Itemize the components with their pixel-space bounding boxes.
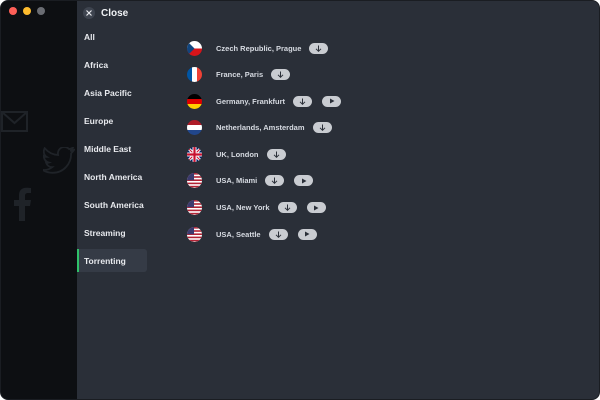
server-row[interactable]: USA, Miami	[187, 172, 341, 190]
category-label: Streaming	[84, 227, 126, 238]
play-icon[interactable]	[297, 228, 317, 240]
server-name: USA, New York	[216, 203, 270, 213]
play-icon[interactable]	[306, 202, 326, 214]
category-all[interactable]: All	[77, 25, 147, 48]
close-icon	[83, 7, 95, 19]
category-north-america[interactable]: North America	[77, 165, 147, 188]
server-name: USA, Miami	[216, 176, 258, 186]
download-icon[interactable]	[266, 148, 286, 160]
category-label: All	[84, 31, 95, 42]
category-label: Torrenting	[84, 255, 126, 266]
usa-flag-icon	[187, 226, 202, 242]
category-streaming[interactable]: Streaming	[77, 221, 147, 244]
category-label: Middle East	[84, 143, 132, 154]
usa-flag-icon	[187, 173, 202, 189]
category-label: Africa	[84, 59, 109, 70]
mail-icon	[1, 111, 29, 133]
traffic-lights	[9, 7, 45, 15]
server-name: Germany, Frankfurt	[216, 96, 286, 106]
play-icon[interactable]	[294, 175, 314, 187]
usa-flag-icon	[187, 200, 202, 216]
czech-flag-icon	[187, 40, 202, 56]
play-icon[interactable]	[322, 95, 342, 107]
close-label: Close	[101, 7, 129, 19]
download-icon[interactable]	[271, 69, 291, 81]
category-europe[interactable]: Europe	[77, 109, 147, 132]
server-list: Czech Republic, Prague France, Paris Ger…	[187, 39, 342, 252]
background-panel	[1, 1, 77, 399]
server-name: France, Paris	[216, 70, 264, 80]
netherlands-flag-icon	[187, 120, 202, 136]
facebook-icon	[11, 187, 33, 221]
download-icon[interactable]	[312, 122, 332, 134]
download-icon[interactable]	[265, 175, 285, 187]
download-icon[interactable]	[268, 228, 288, 240]
france-flag-icon	[187, 67, 202, 83]
app-window: Close All Africa Asia Pacific Europe Mid…	[0, 0, 600, 400]
category-asia-pacific[interactable]: Asia Pacific	[77, 81, 147, 104]
category-south-america[interactable]: South America	[77, 193, 147, 216]
category-list: All Africa Asia Pacific Europe Middle Ea…	[77, 25, 147, 277]
download-icon[interactable]	[293, 95, 313, 107]
server-name: USA, Seattle	[216, 229, 261, 239]
server-row[interactable]: Germany, Frankfurt	[187, 92, 342, 110]
download-icon[interactable]	[309, 42, 329, 54]
server-name: Czech Republic, Prague	[216, 43, 302, 53]
server-row[interactable]: Netherlands, Amsterdam	[187, 119, 341, 137]
window-zoom-dot[interactable]	[37, 7, 45, 15]
category-middle-east[interactable]: Middle East	[77, 137, 147, 160]
category-label: South America	[84, 199, 144, 210]
server-row[interactable]: Czech Republic, Prague	[187, 39, 341, 57]
server-row[interactable]: USA, New York	[187, 199, 341, 217]
category-label: North America	[84, 171, 143, 182]
category-label: Asia Pacific	[84, 87, 132, 98]
server-row[interactable]: USA, Seattle	[187, 225, 341, 243]
download-icon[interactable]	[277, 202, 297, 214]
server-name: UK, London	[216, 149, 259, 159]
server-name: Netherlands, Amsterdam	[216, 123, 305, 133]
server-row[interactable]: UK, London	[187, 145, 341, 163]
category-label: Europe	[84, 115, 114, 126]
category-torrenting[interactable]: Torrenting	[77, 249, 147, 272]
window-minimize-dot[interactable]	[23, 7, 31, 15]
uk-flag-icon	[187, 146, 202, 162]
close-button[interactable]: Close	[83, 5, 128, 21]
germany-flag-icon	[187, 93, 202, 109]
twitter-icon	[43, 147, 75, 175]
server-row[interactable]: France, Paris	[187, 66, 341, 84]
window-close-dot[interactable]	[9, 7, 17, 15]
category-africa[interactable]: Africa	[77, 53, 147, 76]
